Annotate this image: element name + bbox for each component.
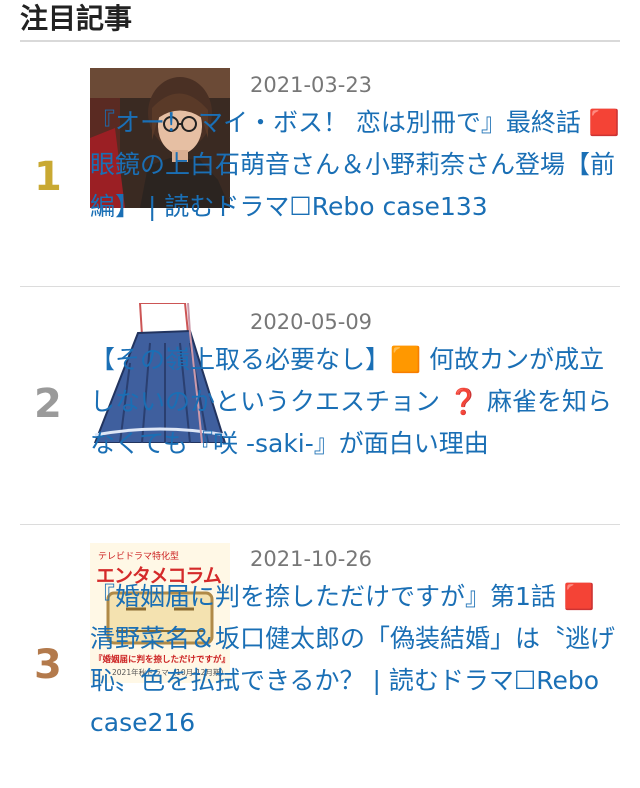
rank-number: 1 <box>34 154 62 200</box>
article-item[interactable]: 3 テレビドラマ特化型 エンタメコラム 『婚姻届に判を捺しただけですが』 202… <box>20 526 620 788</box>
article-text: 2020-05-09 【その嶺上取る必要なし】🟧 何故カンが成立しないのかという… <box>90 307 620 465</box>
article-item[interactable]: 1 2021-03-23 『オー！ マイ・ボス！ 恋は別冊で』最終話 🟥 眼鏡の… <box>20 56 620 287</box>
article-date: 2021-10-26 <box>250 547 373 571</box>
rank-number: 2 <box>34 381 62 427</box>
article-title-link[interactable]: 『婚姻届に判を捺しただけですが』第1話 🟥 清野菜名＆坂口健太郎の「偽装結婚」は… <box>90 582 615 737</box>
article-title-link[interactable]: 『オー！ マイ・ボス！ 恋は別冊で』最終話 🟥 眼鏡の上白石萌音さん＆小野莉奈さ… <box>90 108 620 221</box>
article-title-link[interactable]: 【その嶺上取る必要なし】🟧 何故カンが成立しないのかというクエスチョン ❓ 麻雀… <box>90 345 612 458</box>
article-text: 2021-10-26 『婚姻届に判を捺しただけですが』第1話 🟥 清野菜名＆坂口… <box>90 544 620 744</box>
widget-title: 注目記事 <box>20 2 620 42</box>
article-item[interactable]: 2 2020-05-09 【その嶺上取る必要なし】🟧 何故カンが成立しないのかと… <box>20 287 620 525</box>
rank-number: 3 <box>34 642 62 688</box>
article-date: 2020-05-09 <box>250 310 373 334</box>
article-text: 2021-03-23 『オー！ マイ・ボス！ 恋は別冊で』最終話 🟥 眼鏡の上白… <box>90 70 620 228</box>
article-date: 2021-03-23 <box>250 73 373 97</box>
